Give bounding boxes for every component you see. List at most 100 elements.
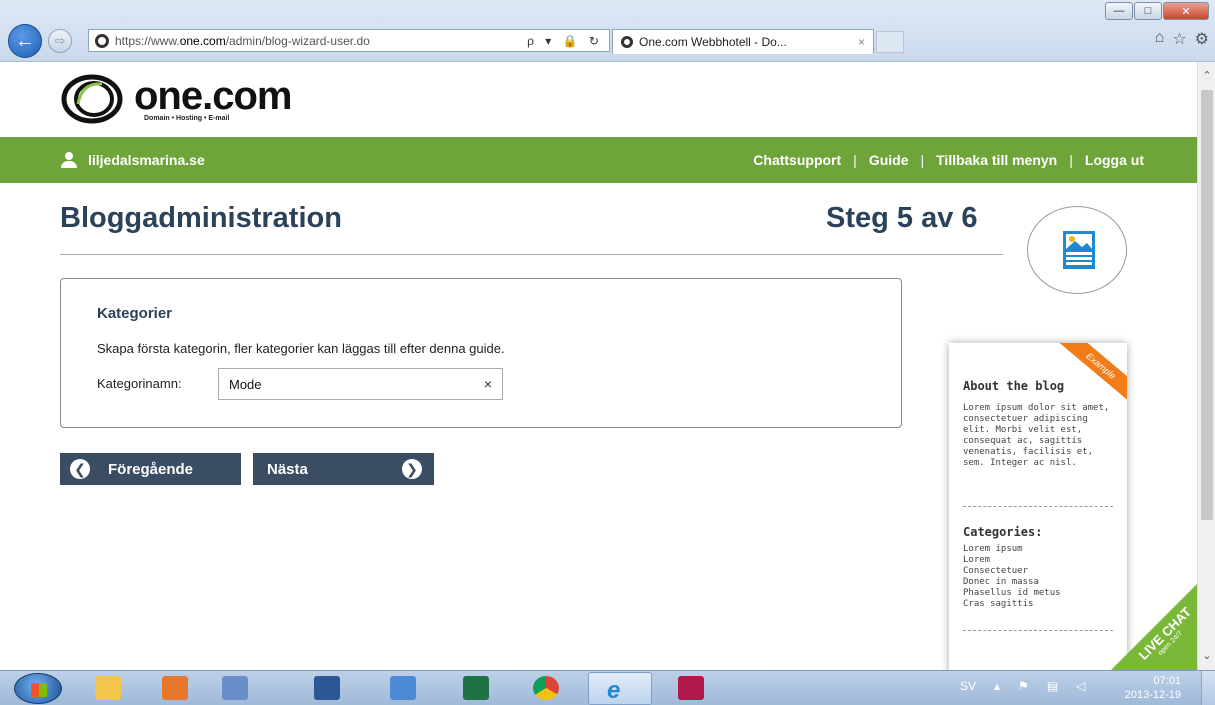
blog-preview-card: Example About the blog Lorem ipsum dolor… [949, 343, 1127, 670]
tab-close-icon[interactable]: × [858, 35, 873, 49]
file-explorer-icon[interactable] [95, 676, 121, 700]
forward-button[interactable]: ⇨ [48, 29, 72, 53]
nav-separator: | [920, 152, 925, 168]
address-url[interactable]: https://www.one.com/admin/blog-wizard-us… [115, 34, 527, 48]
browser-chrome: — □ ✕ ← ⇨ https://www.one.com/admin/blog… [0, 0, 1215, 62]
new-tab-button[interactable] [876, 31, 904, 53]
vertical-scrollbar[interactable]: ⌃ ⌄ [1197, 62, 1215, 670]
account-nav: Chattsupport | Guide | Tillbaka till men… [753, 137, 1144, 183]
address-tools-icons[interactable]: ρ ▾ 🔒 ↻ [527, 34, 609, 48]
excel-icon[interactable] [463, 676, 489, 700]
next-button[interactable]: Nästa ❯ [253, 453, 434, 485]
windows-logo-icon [31, 683, 47, 697]
arrow-right-circle-icon: ❯ [402, 459, 422, 479]
language-indicator[interactable]: SV [960, 679, 976, 693]
back-button[interactable]: ← [8, 24, 42, 58]
category-name-value[interactable]: Mode [229, 377, 484, 392]
url-path: /admin/blog-wizard-user.do [225, 33, 370, 48]
list-item: Consectetuer [963, 566, 1029, 576]
category-name-label: Kategorinamn: [97, 376, 182, 391]
card-divider [963, 506, 1113, 507]
logo-name: one.com [134, 73, 292, 118]
title-divider [60, 254, 1003, 255]
nav-logout-link[interactable]: Logga ut [1085, 152, 1144, 168]
tab-title: One.com Webbhotell - Do... [639, 35, 787, 49]
about-heading: About the blog [963, 379, 1065, 393]
account-domain: liljedalsmarina.se [88, 152, 205, 168]
nav-guide-link[interactable]: Guide [869, 152, 909, 168]
previous-button[interactable]: ❮ Föregående [60, 453, 241, 485]
arrow-left-circle-icon: ❮ [70, 459, 90, 479]
list-item: Cras sagittis [963, 599, 1034, 609]
previous-button-label: Föregående [108, 460, 194, 478]
screen: — □ ✕ ← ⇨ https://www.one.com/admin/blog… [0, 0, 1215, 705]
word-icon[interactable] [314, 676, 340, 700]
show-hidden-icons-icon[interactable]: ▴ [994, 679, 1000, 693]
account-bar: liljedalsmarina.se Chattsupport | Guide … [0, 137, 1197, 183]
clear-input-icon[interactable]: × [484, 376, 492, 392]
example-ribbon: Example [1056, 343, 1127, 406]
volume-muted-icon[interactable]: ◁ [1076, 679, 1085, 693]
user-icon [60, 152, 78, 168]
maximize-button[interactable]: □ [1134, 2, 1162, 20]
favorites-star-icon[interactable]: ☆ [1172, 29, 1186, 49]
logo-swirl-icon [60, 74, 124, 124]
settings-gear-icon[interactable]: ⚙ [1195, 29, 1209, 49]
network-icon[interactable]: ▤ [1047, 679, 1058, 693]
url-domain: one.com [179, 33, 226, 48]
internet-explorer-icon: e [607, 677, 621, 704]
tab-favicon-icon [621, 36, 633, 48]
scroll-down-icon[interactable]: ⌄ [1198, 646, 1215, 664]
windows-taskbar: e SV ▴ ⚑ ▤ ◁ 07:01 2013-12-19 [0, 670, 1215, 705]
nav-separator: | [853, 152, 857, 168]
show-desktop-button[interactable] [1201, 671, 1215, 705]
category-form-panel: Kategorier Skapa första kategorin, fler … [60, 278, 902, 428]
nav-chattsupport-link[interactable]: Chattsupport [753, 152, 841, 168]
home-icon[interactable]: ⌂ [1155, 29, 1165, 49]
category-name-input[interactable]: Mode × [218, 368, 503, 400]
scroll-up-icon[interactable]: ⌃ [1198, 66, 1215, 84]
scrollbar-thumb[interactable] [1201, 90, 1213, 520]
section-title: Kategorier [97, 305, 173, 322]
clock-time: 07:01 [1153, 675, 1181, 687]
window-controls: — □ ✕ [1104, 2, 1209, 20]
close-window-button[interactable]: ✕ [1163, 2, 1209, 20]
browser-tab[interactable]: One.com Webbhotell - Do... × [612, 29, 874, 54]
address-bar[interactable]: https://www.one.com/admin/blog-wizard-us… [88, 29, 610, 52]
browser-toolbar-icons: ⌂ ☆ ⚙ [1155, 29, 1209, 49]
card-divider [963, 630, 1113, 631]
list-item: Lorem ipsum [963, 544, 1023, 554]
internet-explorer-active-tab[interactable]: e [588, 672, 652, 705]
one-com-logo[interactable]: one.com Domain • Hosting • E-mail [60, 73, 292, 124]
list-item: Lorem [963, 555, 991, 565]
paint-icon[interactable] [222, 676, 248, 700]
wordpad-icon[interactable] [390, 676, 416, 700]
site-favicon-icon [95, 33, 109, 48]
url-prefix: https://www. [115, 33, 180, 48]
about-text: Lorem ipsum dolor sit amet, consectetuer… [963, 403, 1110, 468]
minimize-button[interactable]: — [1105, 2, 1133, 20]
categories-heading: Categories: [963, 525, 1043, 539]
access-icon[interactable] [678, 676, 704, 700]
action-center-icon[interactable]: ⚑ [1018, 679, 1029, 693]
list-item: Donec in massa [963, 577, 1039, 587]
nav-back-to-menu-link[interactable]: Tillbaka till menyn [936, 152, 1057, 168]
next-button-label: Nästa [267, 460, 308, 478]
clock-date: 2013-12-19 [1124, 689, 1181, 701]
system-tray: SV ▴ ⚑ ▤ ◁ [960, 679, 1085, 693]
page-title: Bloggadministration [60, 202, 342, 234]
arrow-right-icon: ⇨ [54, 33, 66, 48]
arrow-left-icon: ← [15, 29, 35, 52]
nav-separator: | [1069, 152, 1073, 168]
section-description: Skapa första kategorin, fler kategorier … [97, 341, 505, 356]
start-button[interactable] [14, 673, 62, 704]
categories-list: Lorem ipsum Lorem Consectetuer Donec in … [963, 544, 1061, 610]
step-indicator: Steg 5 av 6 [826, 202, 978, 234]
media-player-icon[interactable] [162, 676, 188, 700]
live-chat-badge[interactable]: LIVE CHAT open 24/7 [1109, 582, 1197, 670]
account-user: liljedalsmarina.se [60, 137, 205, 183]
taskbar-clock[interactable]: 07:01 2013-12-19 [1125, 674, 1181, 702]
list-item: Phasellus id metus [963, 588, 1061, 598]
chrome-icon[interactable] [533, 676, 559, 700]
blog-post-icon [1063, 231, 1095, 269]
